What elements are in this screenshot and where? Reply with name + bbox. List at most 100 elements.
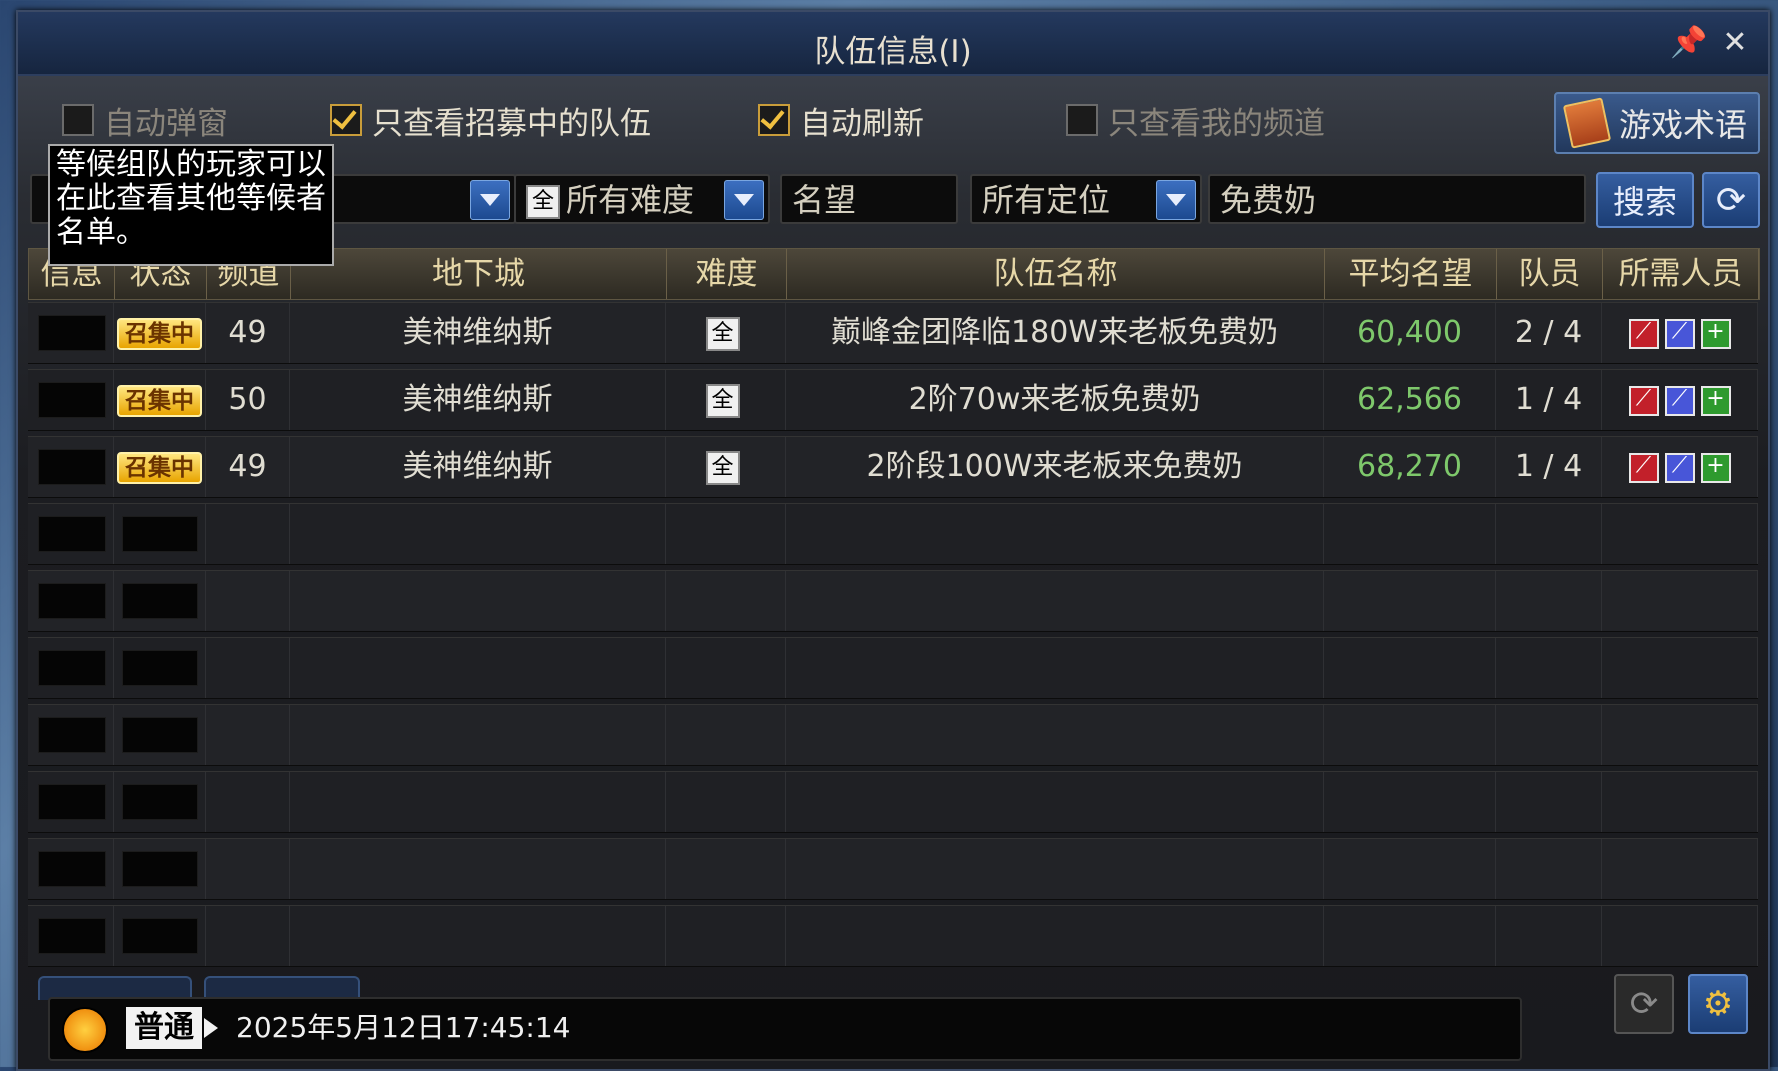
role-glyph: +	[1706, 385, 1725, 411]
checkbox-label: 只查看我的频道	[1108, 105, 1325, 142]
only-recruiting-checkbox[interactable]: 只查看招募中的队伍	[330, 100, 651, 142]
empty-table-row[interactable]	[28, 838, 1758, 900]
difficulty-icon: 全	[705, 316, 740, 351]
info-cell	[28, 705, 114, 765]
difficulty-select[interactable]: 全所有难度	[514, 174, 770, 224]
keyword-input-value: 免费奶	[1220, 181, 1317, 219]
status-slot	[122, 717, 198, 753]
status-badge: 召集中	[117, 384, 202, 417]
empty-cell	[1324, 571, 1496, 631]
auto-popup-checkbox[interactable]: 自动弹窗	[62, 100, 228, 142]
empty-cell	[290, 906, 666, 966]
dungeon-cell: 美神维纳斯	[290, 437, 666, 497]
game-terms-label: 游戏术语	[1618, 106, 1747, 144]
empty-cell	[206, 772, 290, 832]
info-slot	[38, 918, 106, 954]
table-row[interactable]: 召集中 50 美神维纳斯 全 2阶70w来老板免费奶 62,566 1 / 4 ⟋ ⟋ +	[28, 369, 1758, 431]
empty-cell	[666, 839, 786, 899]
checkbox-label: 自动刷新	[800, 105, 924, 142]
status-cell	[114, 705, 206, 765]
chevron-down-icon[interactable]	[470, 180, 510, 220]
difficulty-cell: 全	[666, 437, 786, 497]
status-slot	[122, 918, 198, 954]
info-slot	[38, 516, 106, 552]
empty-cell	[1602, 772, 1758, 832]
channel-cell: 49	[206, 303, 290, 363]
pin-icon[interactable]: 📌	[1670, 26, 1707, 60]
emoticon-icon[interactable]	[62, 1007, 108, 1053]
avg-reputation-cell: 62,566	[1324, 370, 1496, 430]
chat-mode-label[interactable]: 普通	[126, 1007, 218, 1049]
reset-icon[interactable]: ⟳	[1614, 974, 1674, 1034]
avg-reputation-cell: 60,400	[1324, 303, 1496, 363]
chevron-down-icon[interactable]	[1156, 180, 1196, 220]
column-header[interactable]: 平均名望	[1325, 249, 1497, 299]
empty-cell	[1324, 638, 1496, 698]
all-difficulty-icon: 全	[526, 185, 560, 219]
role-select[interactable]: 所有定位	[970, 174, 1202, 224]
gear-icon[interactable]: ⚙	[1688, 974, 1748, 1034]
info-cell	[28, 906, 114, 966]
status-badge: 召集中	[117, 317, 202, 350]
empty-table-row[interactable]	[28, 905, 1758, 967]
channel-cell: 50	[206, 370, 290, 430]
role-select-value: 所有定位	[982, 181, 1111, 219]
table-row[interactable]: 召集中 49 美神维纳斯全巅峰金团降临180W来老板免费奶 60,400 2 / 4 ⟋ ⟋…	[28, 302, 1758, 364]
game-terms-button[interactable]: 游戏术语	[1554, 92, 1760, 154]
info-slot	[38, 449, 106, 485]
empty-cell	[1496, 839, 1602, 899]
dealer-role-icon: ⟋	[1664, 385, 1695, 416]
keyword-input[interactable]: 免费奶	[1208, 174, 1586, 224]
column-header[interactable]: 难度	[667, 249, 787, 299]
empty-cell	[666, 705, 786, 765]
title-bar[interactable]: 队伍信息(I) 📌 ✕	[18, 12, 1768, 76]
reputation-field-value: 名望	[792, 181, 857, 219]
role-glyph: ⟋	[1635, 385, 1652, 411]
empty-cell	[1324, 906, 1496, 966]
empty-cell	[206, 571, 290, 631]
empty-table-row[interactable]	[28, 503, 1758, 565]
status-bar: 普通 2025年5月12日17:45:14	[48, 997, 1522, 1061]
role-glyph: ⟋	[1671, 385, 1688, 411]
status-cell	[114, 839, 206, 899]
dealer-role-icon: ⟋	[1628, 452, 1659, 483]
refresh-icon[interactable]: ⟳	[1702, 172, 1760, 228]
info-cell	[28, 504, 114, 564]
empty-cell	[290, 504, 666, 564]
empty-table-row[interactable]	[28, 771, 1758, 833]
info-cell	[28, 437, 114, 497]
empty-cell	[1602, 906, 1758, 966]
difficulty-select-value: 所有难度	[566, 181, 695, 219]
table-row[interactable]: 召集中 49 美神维纳斯 全 2阶段100W来老板来免费奶 68,270 1 / 4 ⟋ ⟋ +	[28, 436, 1758, 498]
close-icon[interactable]: ✕	[1718, 26, 1752, 60]
checkbox-box	[330, 104, 362, 136]
empty-cell	[666, 772, 786, 832]
empty-cell	[206, 638, 290, 698]
status-slot	[122, 516, 198, 552]
buffer-role-icon: +	[1700, 385, 1731, 416]
search-button[interactable]: 搜索	[1596, 172, 1694, 228]
checkbox-box	[1066, 104, 1098, 136]
status-slot	[122, 650, 198, 686]
required-roles-cell: ⟋ ⟋ +	[1602, 437, 1758, 497]
column-header[interactable]: 队员	[1497, 249, 1603, 299]
column-header[interactable]: 队伍名称	[787, 249, 1325, 299]
empty-cell	[786, 638, 1324, 698]
empty-table-row[interactable]	[28, 570, 1758, 632]
role-glyph: ⟋	[1635, 452, 1652, 478]
only-my-channel-checkbox[interactable]: 只查看我的频道	[1066, 100, 1325, 142]
auto-refresh-checkbox[interactable]: 自动刷新	[758, 100, 924, 142]
chevron-down-icon[interactable]	[724, 180, 764, 220]
column-header[interactable]: 所需人员	[1603, 249, 1759, 299]
info-cell	[28, 839, 114, 899]
empty-cell	[290, 772, 666, 832]
role-glyph: ⟋	[1671, 452, 1688, 478]
reputation-field[interactable]: 名望	[780, 174, 958, 224]
team-info-window: 队伍信息(I) 📌 ✕ 自动弹窗 只查看招募中的队伍 自动刷新 只查看我的频道 …	[16, 10, 1770, 1071]
empty-table-row[interactable]	[28, 704, 1758, 766]
empty-table-row[interactable]	[28, 637, 1758, 699]
team-name-cell: 2阶70w来老板免费奶	[786, 370, 1324, 430]
empty-cell	[1602, 638, 1758, 698]
column-header[interactable]: 地下城	[291, 249, 667, 299]
required-roles-cell: ⟋ ⟋ +	[1602, 303, 1758, 363]
